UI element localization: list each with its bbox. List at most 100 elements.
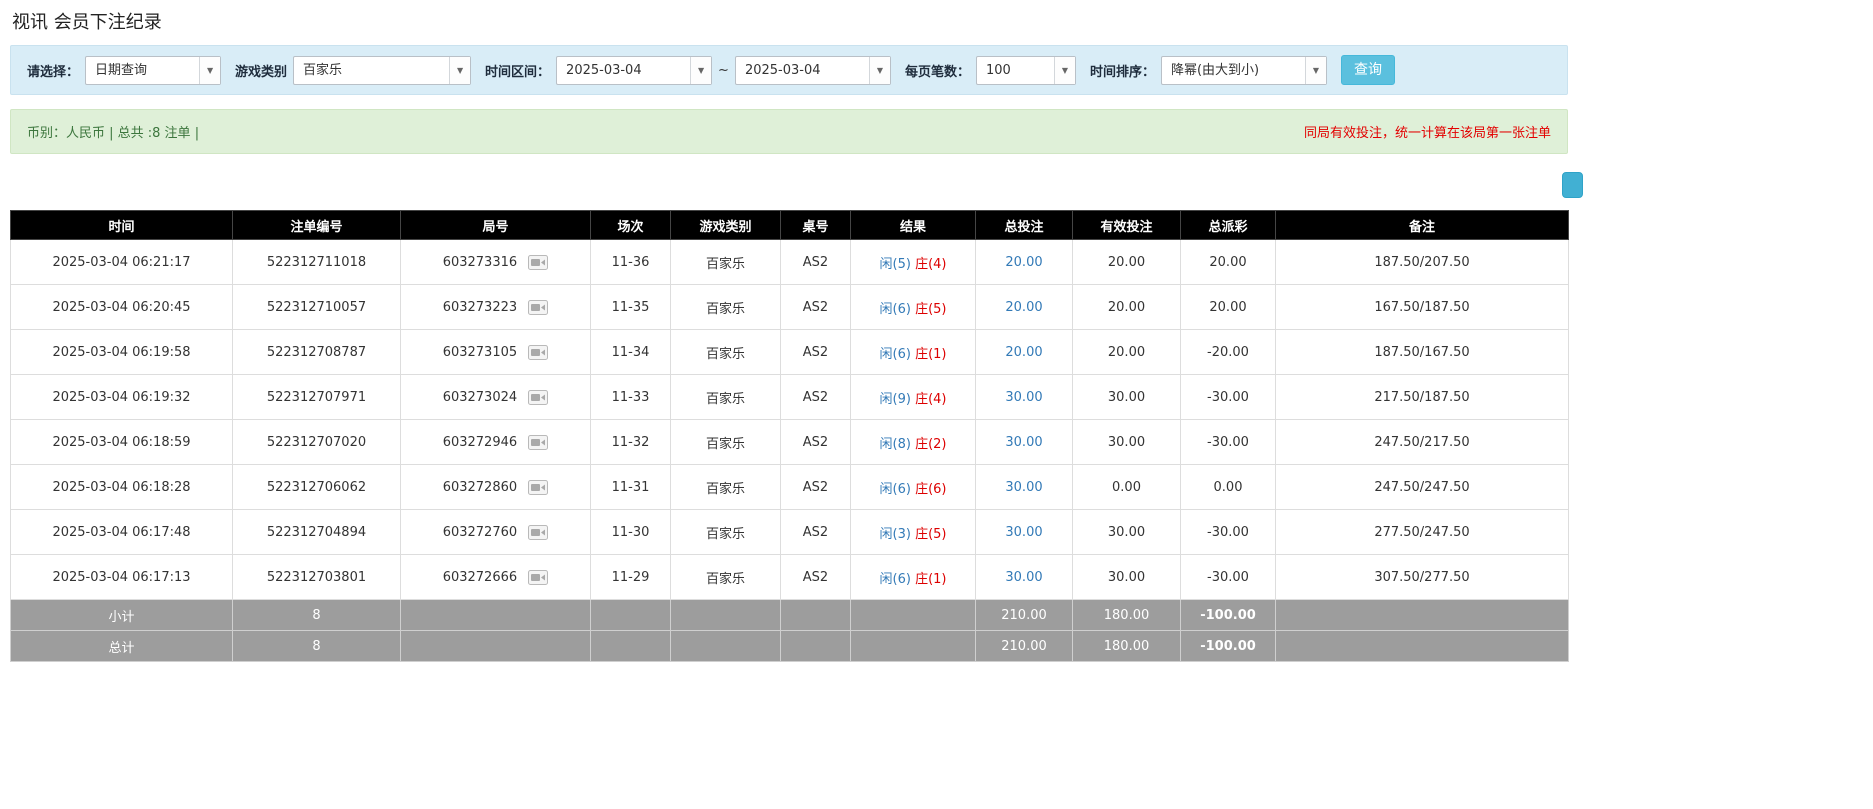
- cell-bet-id: 522312703801: [233, 555, 401, 600]
- video-replay-icon[interactable]: [528, 345, 548, 360]
- page-size-select[interactable]: 100 ▼: [976, 56, 1076, 85]
- col-header-total-bet: 总投注: [976, 211, 1073, 240]
- cell-remark: 307.50/277.50: [1276, 555, 1569, 600]
- cell-bet-id: 522312707020: [233, 420, 401, 465]
- cell-remark: 167.50/187.50: [1276, 285, 1569, 330]
- cell-round: 603272946: [401, 420, 591, 465]
- cell-payout: -30.00: [1181, 375, 1276, 420]
- result-banker: 庄(5): [915, 302, 946, 317]
- video-replay-icon[interactable]: [528, 480, 548, 495]
- cell-round: 603272666: [401, 555, 591, 600]
- chevron-down-icon[interactable]: ▼: [690, 57, 711, 84]
- result-player: 闲(6): [880, 302, 911, 317]
- result-player: 闲(6): [880, 482, 911, 497]
- cell-result: 闲(6) 庄(1): [851, 330, 976, 375]
- video-replay-icon[interactable]: [528, 390, 548, 405]
- video-replay-icon[interactable]: [528, 570, 548, 585]
- page-size-value: 100: [977, 57, 1054, 84]
- cell-table-no: AS2: [781, 285, 851, 330]
- col-header-bet-id: 注单编号: [233, 211, 401, 240]
- sort-order-select[interactable]: 降幂(由大到小) ▼: [1161, 56, 1327, 85]
- cell-round: 603272860: [401, 465, 591, 510]
- col-header-session: 场次: [591, 211, 671, 240]
- video-replay-icon[interactable]: [528, 255, 548, 270]
- table-body: 2025-03-04 06:21:17 522312711018 6032733…: [11, 240, 1569, 600]
- side-action-button[interactable]: [1562, 172, 1583, 198]
- cell-valid-bet: 30.00: [1073, 510, 1181, 555]
- cell-remark: 187.50/207.50: [1276, 240, 1569, 285]
- cell-game-type: 百家乐: [671, 510, 781, 555]
- total-bet-link[interactable]: 30.00: [1005, 390, 1042, 405]
- col-header-round: 局号: [401, 211, 591, 240]
- result-player: 闲(8): [880, 437, 911, 452]
- result-player: 闲(3): [880, 527, 911, 542]
- chevron-down-icon[interactable]: ▼: [199, 57, 220, 84]
- game-type-value: 百家乐: [294, 57, 449, 84]
- page-title: 视讯 会员下注纪录: [10, 0, 1568, 45]
- cell-table-no: AS2: [781, 240, 851, 285]
- subtotal-valid-bet: 180.00: [1073, 600, 1181, 631]
- video-replay-icon[interactable]: [528, 300, 548, 315]
- video-replay-icon[interactable]: [528, 525, 548, 540]
- table-row: 2025-03-04 06:19:32 522312707971 6032730…: [11, 375, 1569, 420]
- date-from-picker[interactable]: 2025-03-04 ▼: [556, 56, 712, 85]
- query-type-select[interactable]: 日期查询 ▼: [85, 56, 221, 85]
- table-row: 2025-03-04 06:17:13 522312703801 6032726…: [11, 555, 1569, 600]
- cell-payout: -30.00: [1181, 555, 1276, 600]
- col-header-result: 结果: [851, 211, 976, 240]
- result-banker: 庄(6): [915, 482, 946, 497]
- result-banker: 庄(2): [915, 437, 946, 452]
- game-type-label: 游戏类别: [235, 61, 287, 80]
- result-banker: 庄(4): [915, 392, 946, 407]
- result-player: 闲(5): [880, 257, 911, 272]
- table-row: 2025-03-04 06:21:17 522312711018 6032733…: [11, 240, 1569, 285]
- chevron-down-icon[interactable]: ▼: [1054, 57, 1075, 84]
- cell-valid-bet: 20.00: [1073, 240, 1181, 285]
- table-row: 2025-03-04 06:19:58 522312708787 6032731…: [11, 330, 1569, 375]
- cell-game-type: 百家乐: [671, 240, 781, 285]
- cell-round: 603273316: [401, 240, 591, 285]
- cell-time: 2025-03-04 06:19:32: [11, 375, 233, 420]
- date-to-value: 2025-03-04: [736, 57, 869, 84]
- cell-valid-bet: 0.00: [1073, 465, 1181, 510]
- cell-valid-bet: 30.00: [1073, 375, 1181, 420]
- cell-valid-bet: 30.00: [1073, 420, 1181, 465]
- total-bet-link[interactable]: 30.00: [1005, 480, 1042, 495]
- table-row: 2025-03-04 06:20:45 522312710057 6032732…: [11, 285, 1569, 330]
- round-number: 603273316: [443, 255, 517, 270]
- total-bet-link[interactable]: 30.00: [1005, 525, 1042, 540]
- result-player: 闲(6): [880, 347, 911, 362]
- query-type-value: 日期查询: [86, 57, 199, 84]
- cell-payout: -30.00: [1181, 510, 1276, 555]
- cell-table-no: AS2: [781, 420, 851, 465]
- cell-session: 11-33: [591, 375, 671, 420]
- search-button[interactable]: 查询: [1341, 55, 1395, 85]
- currency-total-text: 币别：人民币 | 总共 :8 注单 |: [27, 122, 199, 141]
- filter-bar: 请选择： 日期查询 ▼ 游戏类别 百家乐 ▼ 时间区间： 2025-03-04 …: [10, 45, 1568, 95]
- cell-result: 闲(6) 庄(1): [851, 555, 976, 600]
- cell-session: 11-34: [591, 330, 671, 375]
- total-total-bet: 210.00: [976, 631, 1073, 662]
- round-number: 603272860: [443, 480, 517, 495]
- chevron-down-icon[interactable]: ▼: [1305, 57, 1326, 84]
- game-type-select[interactable]: 百家乐 ▼: [293, 56, 471, 85]
- cell-round: 603273024: [401, 375, 591, 420]
- cell-session: 11-32: [591, 420, 671, 465]
- cell-table-no: AS2: [781, 375, 851, 420]
- total-bet-link[interactable]: 30.00: [1005, 570, 1042, 585]
- total-bet-link[interactable]: 20.00: [1005, 255, 1042, 270]
- total-bet-link[interactable]: 20.00: [1005, 300, 1042, 315]
- result-player: 闲(6): [880, 572, 911, 587]
- total-bet-link[interactable]: 30.00: [1005, 435, 1042, 450]
- chevron-down-icon[interactable]: ▼: [869, 57, 890, 84]
- video-replay-icon[interactable]: [528, 435, 548, 450]
- range-separator: ~: [718, 63, 729, 78]
- round-number: 603272946: [443, 435, 517, 450]
- cell-remark: 247.50/247.50: [1276, 465, 1569, 510]
- table-row: 2025-03-04 06:18:59 522312707020 6032729…: [11, 420, 1569, 465]
- date-to-picker[interactable]: 2025-03-04 ▼: [735, 56, 891, 85]
- total-bet-link[interactable]: 20.00: [1005, 345, 1042, 360]
- chevron-down-icon[interactable]: ▼: [449, 57, 470, 84]
- cell-total-bet: 30.00: [976, 375, 1073, 420]
- cell-result: 闲(6) 庄(6): [851, 465, 976, 510]
